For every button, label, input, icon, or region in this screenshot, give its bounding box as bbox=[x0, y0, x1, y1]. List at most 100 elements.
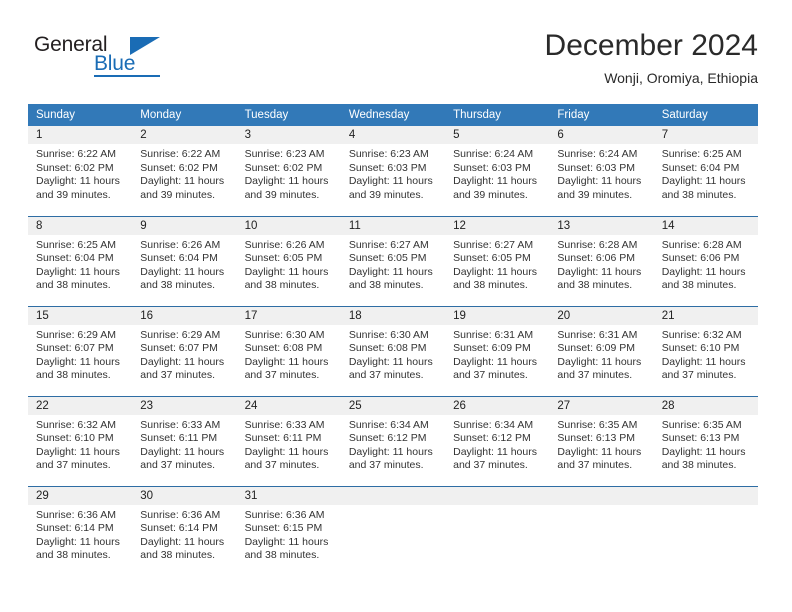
day-details: Sunrise: 6:24 AM Sunset: 6:03 PM Daylight:… bbox=[549, 144, 653, 202]
sunrise-time: Sunrise: 6:35 AM bbox=[557, 418, 638, 431]
daylight-duration-line1: Daylight: 11 hours bbox=[557, 355, 642, 368]
day-number: 14 bbox=[653, 216, 758, 235]
day-number: 11 bbox=[340, 216, 446, 235]
calendar-empty-cell bbox=[445, 485, 550, 576]
calendar-day-cell[interactable]: 6 Sunrise: 6:24 AM Sunset: 6:03 PM Daylight… bbox=[549, 126, 654, 216]
calendar-day-cell[interactable]: 13 Sunrise: 6:28 AM Sunset: 6:06 PM Dayligh… bbox=[549, 215, 654, 306]
sunset-time: Sunset: 6:05 PM bbox=[453, 252, 531, 265]
weekday-header-wednesday: Wednesday bbox=[340, 104, 446, 126]
calendar-day-cell[interactable]: 29 Sunrise: 6:36 AM Sunset: 6:14 PM Dayligh… bbox=[28, 485, 133, 576]
daylight-duration-line2: and 38 minutes. bbox=[36, 369, 111, 382]
calendar-day-cell[interactable]: 12 Sunrise: 6:27 AM Sunset: 6:05 PM Dayligh… bbox=[445, 215, 550, 306]
day-details: Sunrise: 6:26 AM Sunset: 6:04 PM Daylight:… bbox=[132, 235, 236, 293]
daylight-duration-line2: and 38 minutes. bbox=[140, 279, 215, 292]
calendar-day-cell[interactable]: 20 Sunrise: 6:31 AM Sunset: 6:09 PM Dayligh… bbox=[549, 305, 654, 396]
calendar-day-cell[interactable]: 2 Sunrise: 6:22 AM Sunset: 6:02 PM Daylight… bbox=[132, 126, 237, 216]
daylight-duration-line2: and 39 minutes. bbox=[36, 188, 111, 201]
sunset-time: Sunset: 6:02 PM bbox=[140, 161, 218, 174]
day-number: 13 bbox=[549, 216, 654, 235]
calendar-day-cell[interactable]: 16 Sunrise: 6:29 AM Sunset: 6:07 PM Dayligh… bbox=[132, 305, 237, 396]
sunset-time: Sunset: 6:15 PM bbox=[244, 522, 323, 535]
calendar-day-cell[interactable]: 21 Sunrise: 6:32 AM Sunset: 6:10 PM Dayligh… bbox=[653, 305, 758, 396]
day-details: Sunrise: 6:32 AM Sunset: 6:10 PM Daylight:… bbox=[28, 415, 132, 473]
logo-underline bbox=[94, 75, 160, 77]
daylight-duration-line2: and 39 minutes. bbox=[557, 188, 633, 201]
day-number: 31 bbox=[236, 486, 341, 505]
calendar-day-cell[interactable]: 31 Sunrise: 6:36 AM Sunset: 6:15 PM Dayligh… bbox=[236, 485, 341, 576]
calendar-week-row: 1 Sunrise: 6:22 AM Sunset: 6:02 PM Daylight… bbox=[28, 126, 758, 216]
daylight-duration-line1: Daylight: 11 hours bbox=[244, 175, 329, 188]
sunrise-time: Sunrise: 6:27 AM bbox=[348, 238, 429, 251]
day-number: 5 bbox=[445, 126, 550, 144]
calendar-day-cell[interactable]: 24 Sunrise: 6:33 AM Sunset: 6:11 PM Dayligh… bbox=[236, 395, 341, 486]
calendar-day-cell[interactable]: 4 Sunrise: 6:23 AM Sunset: 6:03 PM Daylight… bbox=[340, 126, 446, 216]
calendar-day-cell[interactable]: 26 Sunrise: 6:34 AM Sunset: 6:12 PM Dayligh… bbox=[445, 395, 550, 486]
daylight-duration-line1: Daylight: 11 hours bbox=[557, 175, 642, 188]
calendar-day-cell[interactable]: 25 Sunrise: 6:34 AM Sunset: 6:12 PM Dayligh… bbox=[340, 395, 446, 486]
calendar-day-cell[interactable]: 22 Sunrise: 6:32 AM Sunset: 6:10 PM Dayligh… bbox=[28, 395, 133, 486]
calendar-day-cell[interactable]: 23 Sunrise: 6:33 AM Sunset: 6:11 PM Dayligh… bbox=[132, 395, 237, 486]
day-number: 16 bbox=[132, 306, 237, 325]
calendar-empty-cell bbox=[340, 485, 446, 576]
calendar-day-cell[interactable]: 14 Sunrise: 6:28 AM Sunset: 6:06 PM Dayligh… bbox=[653, 215, 758, 306]
calendar-day-cell[interactable]: 19 Sunrise: 6:31 AM Sunset: 6:09 PM Dayligh… bbox=[445, 305, 550, 396]
daylight-duration-line1: Daylight: 11 hours bbox=[140, 445, 225, 458]
calendar-day-cell[interactable]: 7 Sunrise: 6:25 AM Sunset: 6:04 PM Daylight… bbox=[653, 126, 758, 216]
daylight-duration-line1: Daylight: 11 hours bbox=[557, 445, 642, 458]
daylight-duration-line1: Daylight: 11 hours bbox=[36, 265, 120, 278]
calendar-day-cell[interactable]: 11 Sunrise: 6:27 AM Sunset: 6:05 PM Dayligh… bbox=[340, 215, 446, 306]
day-details: Sunrise: 6:35 AM Sunset: 6:13 PM Daylight:… bbox=[654, 415, 758, 473]
daylight-duration-line2: and 37 minutes. bbox=[244, 459, 320, 472]
calendar-week-row: 8 Sunrise: 6:25 AM Sunset: 6:04 PM Daylight… bbox=[28, 215, 758, 306]
day-number: 10 bbox=[236, 216, 341, 235]
day-details: Sunrise: 6:25 AM Sunset: 6:04 PM Daylight:… bbox=[28, 235, 132, 293]
calendar-day-cell[interactable]: 18 Sunrise: 6:30 AM Sunset: 6:08 PM Dayligh… bbox=[340, 305, 446, 396]
day-details: Sunrise: 6:33 AM Sunset: 6:11 PM Daylight:… bbox=[237, 415, 341, 473]
day-number: 28 bbox=[653, 396, 758, 415]
calendar-day-cell[interactable]: 28 Sunrise: 6:35 AM Sunset: 6:13 PM Dayligh… bbox=[653, 395, 758, 486]
day-number: 21 bbox=[653, 306, 758, 325]
sunset-time: Sunset: 6:03 PM bbox=[348, 161, 427, 174]
calendar-day-cell[interactable]: 17 Sunrise: 6:30 AM Sunset: 6:08 PM Dayligh… bbox=[236, 305, 341, 396]
daylight-duration-line2: and 37 minutes. bbox=[557, 369, 633, 382]
calendar-day-cell[interactable]: 3 Sunrise: 6:23 AM Sunset: 6:02 PM Daylight… bbox=[236, 126, 341, 216]
day-number: 4 bbox=[340, 126, 446, 144]
day-details: Sunrise: 6:29 AM Sunset: 6:07 PM Daylight:… bbox=[28, 325, 132, 383]
sunrise-time: Sunrise: 6:32 AM bbox=[661, 328, 742, 341]
day-number: 17 bbox=[236, 306, 341, 325]
day-details: Sunrise: 6:36 AM Sunset: 6:14 PM Daylight:… bbox=[132, 505, 236, 563]
day-details: Sunrise: 6:35 AM Sunset: 6:13 PM Daylight:… bbox=[549, 415, 653, 473]
day-details: Sunrise: 6:24 AM Sunset: 6:03 PM Daylight:… bbox=[445, 144, 549, 202]
daylight-duration-line2: and 38 minutes. bbox=[661, 279, 737, 292]
day-details: Sunrise: 6:32 AM Sunset: 6:10 PM Daylight:… bbox=[654, 325, 758, 383]
day-details: Sunrise: 6:25 AM Sunset: 6:04 PM Daylight:… bbox=[654, 144, 758, 202]
calendar-day-cell[interactable]: 30 Sunrise: 6:36 AM Sunset: 6:14 PM Dayligh… bbox=[132, 485, 237, 576]
general-blue-logo[interactable]: General Blue bbox=[34, 34, 164, 86]
day-details: Sunrise: 6:31 AM Sunset: 6:09 PM Daylight:… bbox=[445, 325, 549, 383]
sunrise-time: Sunrise: 6:24 AM bbox=[453, 148, 534, 160]
daylight-duration-line1: Daylight: 11 hours bbox=[661, 445, 746, 458]
day-number: 6 bbox=[549, 126, 654, 144]
calendar-day-cell[interactable]: 8 Sunrise: 6:25 AM Sunset: 6:04 PM Daylight… bbox=[28, 215, 133, 306]
day-number: 27 bbox=[549, 396, 654, 415]
daylight-duration-line2: and 37 minutes. bbox=[348, 369, 424, 382]
calendar-day-cell[interactable]: 15 Sunrise: 6:29 AM Sunset: 6:07 PM Dayligh… bbox=[28, 305, 133, 396]
daylight-duration-line2: and 39 minutes. bbox=[244, 188, 320, 201]
sunrise-time: Sunrise: 6:31 AM bbox=[557, 328, 638, 341]
calendar-day-cell[interactable]: 10 Sunrise: 6:26 AM Sunset: 6:05 PM Dayligh… bbox=[236, 215, 341, 306]
logo-text-blue: Blue bbox=[94, 52, 136, 75]
daylight-duration-line2: and 38 minutes. bbox=[140, 549, 215, 562]
day-number: 1 bbox=[28, 126, 133, 144]
title-block: December 2024 Wonji, Oromiya, Ethiopia bbox=[545, 28, 758, 88]
calendar-week-row: 15 Sunrise: 6:29 AM Sunset: 6:07 PM Dayligh… bbox=[28, 305, 758, 396]
calendar-day-cell[interactable]: 5 Sunrise: 6:24 AM Sunset: 6:03 PM Daylight… bbox=[445, 126, 550, 216]
daylight-duration-line2: and 37 minutes. bbox=[453, 459, 528, 472]
day-number: 26 bbox=[445, 396, 550, 415]
calendar-day-cell[interactable]: 9 Sunrise: 6:26 AM Sunset: 6:04 PM Daylight… bbox=[132, 215, 237, 306]
calendar-day-cell[interactable]: 27 Sunrise: 6:35 AM Sunset: 6:13 PM Dayligh… bbox=[549, 395, 654, 486]
daylight-duration-line1: Daylight: 11 hours bbox=[36, 445, 120, 458]
sunrise-time: Sunrise: 6:22 AM bbox=[140, 148, 221, 160]
calendar-day-cell[interactable]: 1 Sunrise: 6:22 AM Sunset: 6:02 PM Daylight… bbox=[28, 126, 133, 216]
day-number: 3 bbox=[236, 126, 341, 144]
sunrise-time: Sunrise: 6:26 AM bbox=[244, 238, 325, 251]
